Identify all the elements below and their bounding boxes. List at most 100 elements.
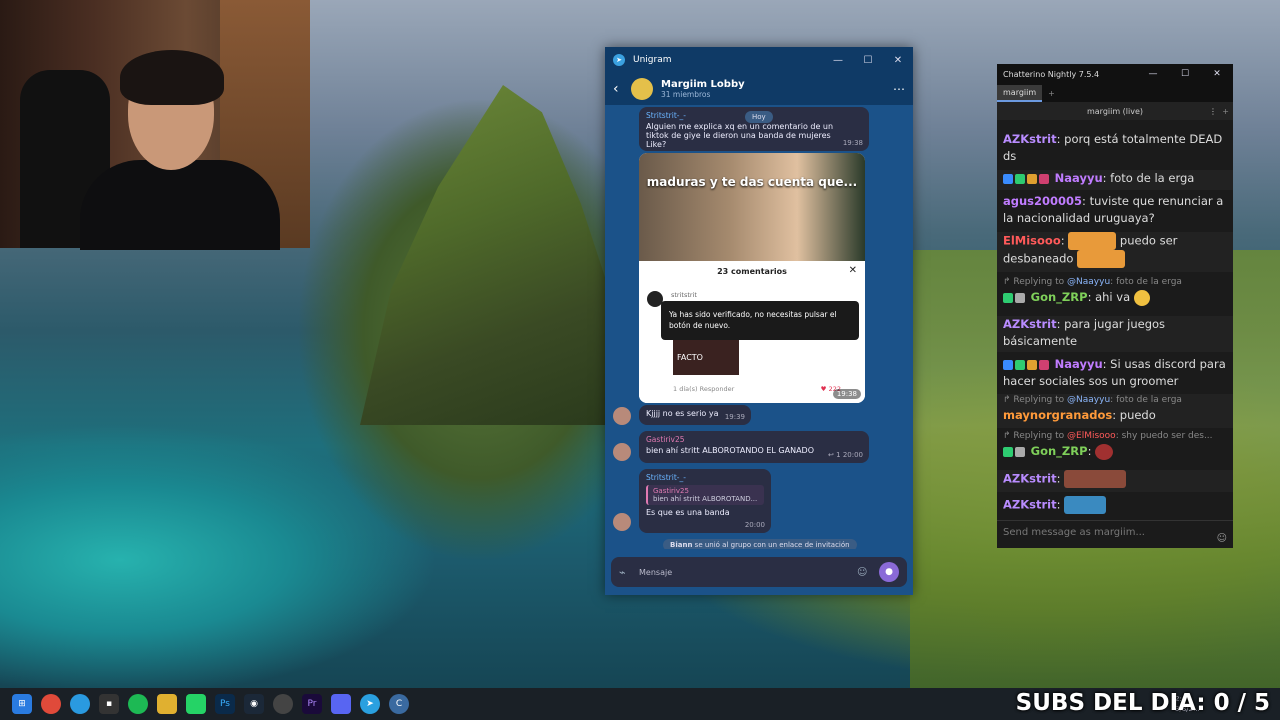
close-button[interactable]: ✕ bbox=[883, 55, 913, 66]
chat-username[interactable]: Gon_ZRP bbox=[1031, 290, 1088, 304]
microphone-button[interactable]: ● bbox=[879, 562, 899, 582]
reply-label: Replying to bbox=[1013, 431, 1065, 441]
obs-icon[interactable] bbox=[273, 694, 293, 714]
emoji-icon[interactable]: ☺ bbox=[1217, 533, 1227, 544]
message-time: ↩ 1 20:00 bbox=[828, 451, 863, 459]
media-time: 19:38 bbox=[832, 389, 861, 399]
minimize-button[interactable]: — bbox=[1137, 69, 1169, 79]
badge-icon bbox=[1027, 359, 1037, 370]
chat-header[interactable]: ‹ Margiim Lobby 31 miembros ⋯ bbox=[605, 73, 913, 105]
badge-icon bbox=[1039, 173, 1049, 184]
reply-context[interactable]: ↱ Replying to @ElMisooo: shy puedo ser d… bbox=[1003, 430, 1227, 443]
chat-username[interactable]: Naayyu bbox=[1055, 171, 1103, 185]
badge-icon bbox=[1015, 359, 1025, 370]
chat-messages[interactable]: AZKstrit: porq está totalmente DEAD ds N… bbox=[997, 120, 1233, 520]
verification-tooltip: Ya has sido verificado, no necesitas pul… bbox=[661, 301, 859, 340]
chat-username[interactable]: maynorgranados bbox=[1003, 408, 1112, 422]
photoshop-icon[interactable]: Ps bbox=[215, 694, 235, 714]
reply-text: bien ahí stritt ALBOROTAND... bbox=[653, 495, 758, 503]
chat-message: ElMisooo: puedo ser desbaneado bbox=[997, 232, 1233, 272]
message-text: Es que es una banda bbox=[646, 508, 730, 517]
chat-text: foto de la erga bbox=[1110, 171, 1195, 185]
message-bubble[interactable]: Kjjjj no es serio ya 19:39 bbox=[639, 405, 751, 425]
message-input-bar[interactable]: ⌁ Mensaje ☺ ● bbox=[611, 557, 907, 587]
badge-icon bbox=[1015, 446, 1025, 457]
chat-message: ↱ Replying to @ElMisooo: shy puedo ser d… bbox=[997, 430, 1233, 466]
reply-preview[interactable]: Gastiriv25 bien ahí stritt ALBOROTAND... bbox=[646, 485, 764, 505]
chat-message: AZKstrit: porq está totalmente DEAD ds bbox=[1003, 132, 1223, 163]
message-text: Kjjjj no es serio ya bbox=[646, 409, 719, 418]
reply-context[interactable]: ↱ Replying to @Naayyu: foto de la erga bbox=[1003, 394, 1227, 407]
sticker-icon[interactable]: ☺ bbox=[857, 567, 879, 578]
telegram-icon: ➤ bbox=[613, 54, 625, 66]
add-split-button[interactable]: + bbox=[1222, 107, 1229, 116]
chat-username[interactable]: AZKstrit bbox=[1003, 317, 1057, 331]
chat-message: ↱ Replying to @Naayyu: foto de la erga m… bbox=[997, 394, 1233, 428]
chat-username[interactable]: Naayyu bbox=[1055, 357, 1103, 371]
message-bubble[interactable]: Gastiriv25 bien ahí stritt ALBOROTANDO E… bbox=[639, 431, 869, 463]
join-text: se unió al grupo con un enlace de invita… bbox=[694, 541, 850, 549]
back-arrow-icon[interactable]: ‹ bbox=[613, 81, 631, 97]
maximize-button[interactable]: ☐ bbox=[1169, 69, 1201, 79]
reply-text: foto de la erga bbox=[1116, 277, 1182, 287]
tab-margiim[interactable]: margiim bbox=[997, 84, 1043, 102]
spotify-icon[interactable] bbox=[128, 694, 148, 714]
date-pill: Hoy bbox=[745, 111, 773, 123]
badge-icon bbox=[1003, 292, 1013, 303]
sender-avatar[interactable] bbox=[613, 407, 631, 425]
webcam-overlay bbox=[0, 0, 310, 250]
message-list[interactable]: Stritstrit-_- Alguien me explica xq en u… bbox=[605, 105, 913, 549]
attach-icon[interactable]: ⌁ bbox=[619, 566, 639, 579]
emote-icon bbox=[1133, 289, 1150, 306]
discord-icon[interactable] bbox=[331, 694, 351, 714]
whatsapp-icon[interactable] bbox=[186, 694, 206, 714]
channel-header: margiim (live) ⋮ + bbox=[997, 102, 1233, 120]
steam-icon[interactable]: ◉ bbox=[244, 694, 264, 714]
chat-message: Naayyu: Si usas discord para hacer socia… bbox=[1003, 357, 1226, 388]
emote-icon bbox=[1077, 250, 1126, 268]
chatterino-taskbar-icon[interactable]: C bbox=[389, 694, 409, 714]
chat-username[interactable]: Gon_ZRP bbox=[1031, 444, 1088, 458]
reply-count: 1 bbox=[836, 451, 841, 459]
message-time: 19:38 bbox=[842, 139, 863, 147]
media-caption: maduras y te das cuenta que... bbox=[646, 175, 858, 189]
chat-username[interactable]: AZKstrit bbox=[1003, 498, 1057, 512]
chat-text: ahi va bbox=[1095, 290, 1131, 304]
chat-avatar[interactable] bbox=[631, 78, 653, 100]
media-message[interactable]: maduras y te das cuenta que... 23 coment… bbox=[639, 153, 865, 403]
chat-username[interactable]: agus200005 bbox=[1003, 194, 1082, 208]
chat-username[interactable]: AZKstrit bbox=[1003, 132, 1057, 146]
message-time: 19:39 bbox=[724, 413, 745, 421]
terminal-icon[interactable]: ▪ bbox=[99, 694, 119, 714]
channel-menu-icon[interactable]: ⋮ bbox=[1209, 107, 1217, 116]
start-icon[interactable]: ⊞ bbox=[12, 694, 32, 714]
emote-icon bbox=[1095, 443, 1114, 460]
message-text: Alguien me explica xq en un comentario d… bbox=[646, 122, 834, 149]
badge-icon bbox=[1003, 359, 1013, 370]
maximize-button[interactable]: ☐ bbox=[853, 55, 883, 66]
chat-username[interactable]: ElMisooo bbox=[1003, 234, 1061, 248]
edge-icon[interactable] bbox=[70, 694, 90, 714]
chat-message: ↱ Replying to @Naayyu: foto de la erga G… bbox=[997, 276, 1233, 312]
sender-avatar[interactable] bbox=[613, 443, 631, 461]
add-tab-button[interactable]: + bbox=[1042, 89, 1061, 98]
file-explorer-icon[interactable] bbox=[157, 694, 177, 714]
premiere-icon[interactable]: Pr bbox=[302, 694, 322, 714]
close-button[interactable]: ✕ bbox=[1201, 69, 1233, 79]
message-bubble[interactable]: Stritstrit-_- Gastiriv25 bien ahí stritt… bbox=[639, 469, 771, 533]
reply-context[interactable]: ↱ Replying to @Naayyu: foto de la erga bbox=[1003, 276, 1227, 289]
chat-input-placeholder: Send message as margiim... bbox=[1003, 527, 1145, 538]
message-input[interactable]: Mensaje bbox=[639, 568, 857, 577]
chrome-icon[interactable] bbox=[41, 694, 61, 714]
channel-name: margiim (live) bbox=[1086, 106, 1144, 116]
chat-username[interactable]: AZKstrit bbox=[1003, 472, 1057, 486]
minimize-button[interactable]: — bbox=[823, 55, 853, 66]
telegram-taskbar-icon[interactable]: ➤ bbox=[360, 694, 380, 714]
chat-input[interactable]: Send message as margiim... ☺ bbox=[997, 520, 1233, 548]
chat-message: Naayyu: foto de la erga bbox=[997, 170, 1233, 190]
more-options-icon[interactable]: ⋯ bbox=[893, 82, 905, 96]
sender-avatar[interactable] bbox=[613, 513, 631, 531]
media-image[interactable]: maduras y te das cuenta que... bbox=[639, 153, 865, 261]
reply-sender: Gastiriv25 bbox=[653, 487, 689, 495]
chat-members: 31 miembros bbox=[661, 90, 711, 99]
